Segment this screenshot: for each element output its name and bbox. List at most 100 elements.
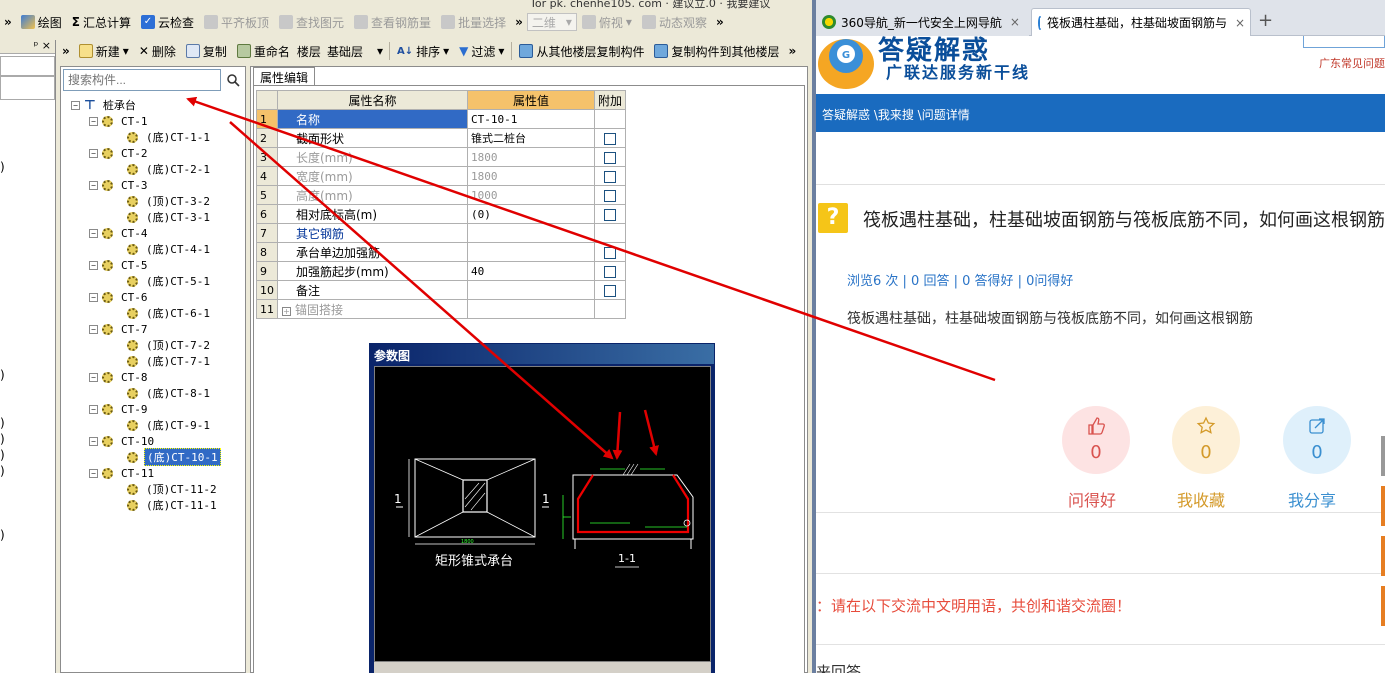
delete-button[interactable]: ✕ 删除 [134, 40, 181, 62]
toolbar2-overflow-button-2[interactable]: » [784, 44, 800, 58]
top-view-button[interactable]: 俯视 ▾ [577, 11, 637, 33]
question-stats[interactable]: 浏览6 次 | 0 回答 | 0 答得好 | 0问得好 [847, 270, 1073, 289]
property-value[interactable] [467, 280, 595, 300]
collapse-icon[interactable]: − [89, 468, 98, 478]
panel-field[interactable] [0, 56, 55, 76]
property-row[interactable]: 4 宽度(mm) 1800 [256, 166, 627, 186]
dynamic-view-button[interactable]: 动态观察 [637, 11, 712, 33]
extra-checkbox[interactable] [604, 170, 616, 183]
copy-from-floor-button[interactable]: 从其他楼层复制构件 [514, 40, 649, 62]
property-value[interactable]: 锥式二桩台 [467, 128, 595, 148]
scrollbar[interactable] [1381, 436, 1385, 476]
favorite-label[interactable]: 我收藏 [1177, 487, 1225, 511]
extra-checkbox[interactable] [604, 208, 616, 221]
tree-item[interactable]: (底)CT-7-1 [127, 353, 212, 369]
extra-checkbox[interactable] [604, 132, 616, 145]
side-float-tab[interactable] [1381, 586, 1385, 626]
collapse-icon[interactable]: − [89, 324, 98, 334]
filter-button[interactable]: ▼ 过滤 ▾ [454, 40, 509, 62]
batch-select-button[interactable]: 批量选择 [436, 11, 511, 33]
new-tab-button[interactable]: + [1258, 10, 1273, 31]
tree-item[interactable]: (底)CT-3-1 [127, 209, 212, 225]
tree-group[interactable]: − CT-2 [89, 145, 150, 161]
tree-item[interactable]: (底)CT-8-1 [127, 385, 212, 401]
collapse-icon[interactable]: − [89, 404, 98, 414]
tree-item[interactable]: (顶)CT-11-2 [127, 481, 219, 497]
rename-button[interactable]: 重命名 [232, 40, 295, 62]
tree-item[interactable]: (顶)CT-7-2 [127, 337, 212, 353]
property-value[interactable]: 40 [467, 261, 595, 281]
new-button[interactable]: 新建 ▾ [74, 40, 134, 62]
tree-item[interactable]: (底)CT-6-1 [127, 305, 212, 321]
property-row[interactable]: 2 截面形状 锥式二桩台 [256, 128, 627, 148]
extra-checkbox[interactable] [604, 284, 616, 297]
tree-item[interactable]: (底)CT-10-1 [127, 448, 221, 466]
copy-button[interactable]: 复制 [181, 40, 232, 62]
property-value[interactable] [467, 299, 595, 319]
tree-group[interactable]: − CT-11 [89, 465, 156, 481]
header-search-box[interactable] [1303, 36, 1385, 48]
tree-group[interactable]: − CT-6 [89, 289, 150, 305]
property-value[interactable]: CT-10-1 [467, 109, 595, 129]
sum-calc-button[interactable]: Σ 汇总计算 [67, 11, 136, 33]
property-row[interactable]: 3 长度(mm) 1800 [256, 147, 627, 167]
flat-top-button[interactable]: 平齐板顶 [199, 11, 274, 33]
tree-group[interactable]: − CT-5 [89, 257, 150, 273]
tree-item[interactable]: (底)CT-9-1 [127, 417, 212, 433]
favorite-button[interactable]: 0 [1172, 406, 1240, 474]
property-value[interactable]: (0) [467, 204, 595, 224]
cloud-check-button[interactable]: ✓ 云检查 [136, 11, 199, 33]
extra-checkbox[interactable] [604, 189, 616, 202]
expand-icon[interactable]: + [282, 306, 291, 316]
property-row[interactable]: 9 加强筋起步(mm) 40 [256, 261, 627, 281]
search-icon[interactable] [223, 69, 243, 91]
toolbar-overflow-button-2[interactable]: » [511, 15, 527, 29]
collapse-icon[interactable]: − [89, 228, 98, 238]
property-row[interactable]: 6 相对底标高(m) (0) [256, 204, 627, 224]
tree-group[interactable]: − CT-9 [89, 401, 150, 417]
extra-checkbox[interactable] [604, 265, 616, 278]
tree-item[interactable]: (顶)CT-3-2 [127, 193, 212, 209]
collapse-icon[interactable]: − [89, 292, 98, 302]
breadcrumb[interactable]: 答疑解惑 \我来搜 \问题详情 [816, 94, 1385, 132]
property-row[interactable]: 1 名称 CT-10-1 [256, 109, 627, 129]
like-label[interactable]: 问得好 [1068, 487, 1116, 511]
side-float-tab[interactable] [1381, 536, 1385, 576]
close-icon[interactable]: × [1235, 16, 1245, 30]
sort-button[interactable]: A↓ 排序 ▾ [392, 40, 454, 62]
property-row[interactable]: 11 + 锚固搭接 [256, 299, 627, 319]
collapse-icon[interactable]: − [89, 260, 98, 270]
draw-button[interactable]: 绘图 [16, 11, 67, 33]
find-element-button[interactable]: 查找图元 [274, 11, 349, 33]
property-row[interactable]: 7 其它钢筋 [256, 223, 627, 243]
header-link[interactable]: 广东常见问题 [1319, 55, 1385, 71]
tree-root[interactable]: − ⊤ 桩承台 [71, 97, 138, 113]
property-value[interactable] [467, 242, 595, 262]
tab-property-edit[interactable]: 属性编辑 [253, 67, 316, 85]
copy-to-floor-button[interactable]: 复制构件到其他楼层 [649, 40, 784, 62]
tree-group[interactable]: − CT-4 [89, 225, 150, 241]
property-row[interactable]: 8 承台单边加强筋 [256, 242, 627, 262]
extra-checkbox[interactable] [604, 246, 616, 259]
property-value[interactable]: 1800 [467, 166, 595, 186]
extra-checkbox[interactable] [604, 151, 616, 164]
collapse-icon[interactable]: − [89, 372, 98, 382]
toolbar-overflow-button-3[interactable]: » [712, 15, 728, 29]
collapse-icon[interactable]: − [71, 100, 80, 110]
tree-group[interactable]: − CT-3 [89, 177, 150, 193]
property-value[interactable]: 1800 [467, 147, 595, 167]
toolbar-overflow-button[interactable]: » [0, 15, 16, 29]
floor-select[interactable]: 基础层 ▾ [323, 42, 387, 60]
view-mode-select[interactable]: 二维 ▾ [526, 13, 577, 31]
property-row[interactable]: 5 高度(mm) 1000 [256, 185, 627, 205]
share-label[interactable]: 我分享 [1288, 487, 1336, 511]
tree-item[interactable]: (底)CT-5-1 [127, 273, 212, 289]
tree-group[interactable]: − CT-8 [89, 369, 150, 385]
property-row[interactable]: 10 备注 [256, 280, 627, 300]
side-float-tab[interactable] [1381, 486, 1385, 526]
collapse-icon[interactable]: − [89, 436, 98, 446]
collapse-icon[interactable]: − [89, 180, 98, 190]
tree-group[interactable]: − CT-10 [89, 433, 156, 449]
tree-group[interactable]: − CT-7 [89, 321, 150, 337]
panel-field[interactable] [0, 76, 55, 100]
